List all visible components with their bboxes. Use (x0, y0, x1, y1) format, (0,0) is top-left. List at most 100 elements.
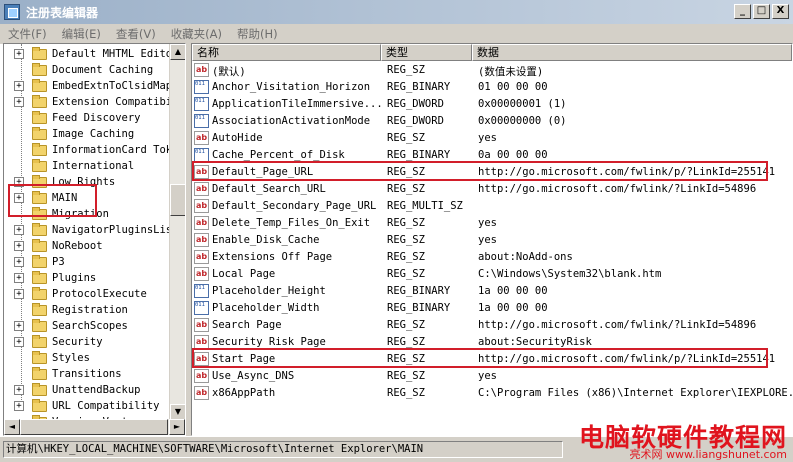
expand-toggle-icon[interactable]: + (14, 321, 24, 331)
tree-item[interactable]: Registration (4, 302, 169, 318)
value-row[interactable]: ab Default_Secondary_Page_URL REG_MULTI_SZ (192, 198, 792, 215)
scroll-right-button[interactable]: ► (169, 419, 185, 435)
string-value-icon: ab (194, 233, 209, 247)
hscroll-thumb[interactable] (20, 419, 168, 435)
scroll-left-button[interactable]: ◄ (4, 419, 20, 435)
menu-file[interactable]: 文件(F) (0, 26, 54, 42)
tree-item[interactable]: + P3 (4, 254, 169, 270)
value-row[interactable]: ab Local Page REG_SZ C:\Windows\System32\bl… (192, 266, 792, 283)
value-name: Placeholder_Height (212, 285, 326, 297)
menu-view[interactable]: 查看(V) (108, 26, 163, 42)
folder-icon (32, 303, 47, 316)
expand-toggle-icon[interactable]: + (14, 81, 24, 91)
value-row[interactable]: ab Extensions Off Page REG_SZ about:NoAdd-o… (192, 249, 792, 266)
tree-item[interactable]: + NavigatorPluginsList (4, 222, 178, 238)
value-row[interactable]: 011 110Anchor_Visitation_Horizon REG_BINA… (192, 79, 792, 96)
value-row[interactable]: ab Default_Search_URL REG_SZ http://go.micr… (192, 181, 792, 198)
value-name: Placeholder_Width (212, 302, 320, 314)
expand-toggle-icon[interactable]: + (14, 257, 24, 267)
column-header-name[interactable]: 名称 (192, 44, 381, 61)
folder-icon (32, 127, 47, 140)
expand-toggle-icon[interactable]: + (14, 241, 24, 251)
menu-favorites[interactable]: 收藏夹(A) (163, 26, 229, 42)
expand-toggle-icon[interactable]: + (14, 225, 24, 235)
tree-horizontal-scrollbar[interactable]: ◄ ► (4, 419, 185, 435)
value-row[interactable]: ab Delete_Temp_Files_On_Exit REG_SZ yes (192, 215, 792, 232)
scroll-up-button[interactable]: ▲ (170, 44, 185, 60)
value-data: yes (478, 217, 497, 229)
tree-item[interactable]: + ProtocolExecute (4, 286, 169, 302)
expand-toggle-icon[interactable]: + (14, 49, 24, 59)
tree-item-label: Plugins (52, 272, 97, 284)
value-type: REG_SZ (387, 370, 425, 382)
folder-icon (32, 223, 47, 236)
value-name: AutoHide (212, 132, 263, 144)
tree-item[interactable]: Transitions (4, 366, 169, 382)
maximize-button[interactable]: □ (753, 4, 770, 19)
column-header-data[interactable]: 数据 (472, 44, 792, 61)
minimize-button[interactable]: _ (734, 4, 751, 19)
tree-item[interactable]: + NoReboot (4, 238, 169, 254)
tree-item[interactable]: International (4, 158, 169, 174)
expand-toggle-icon[interactable]: + (14, 401, 24, 411)
value-row[interactable]: 011 110Placeholder_Height REG_BINARY 1a 00… (192, 283, 792, 300)
binary-value-icon: 011 110 (194, 114, 209, 128)
tree-item[interactable]: + Security (4, 334, 169, 350)
value-type: REG_MULTI_SZ (387, 200, 463, 212)
folder-icon (32, 255, 47, 268)
tree-item[interactable]: + EmbedExtnToClsidMappings (4, 78, 185, 94)
tree-item-label: NavigatorPluginsList (52, 224, 179, 236)
tree-item[interactable]: + Plugins (4, 270, 169, 286)
expand-toggle-icon[interactable]: + (14, 289, 24, 299)
expand-toggle-icon[interactable]: + (14, 385, 24, 395)
scroll-thumb[interactable] (170, 184, 185, 216)
expand-toggle-icon[interactable]: + (14, 273, 24, 283)
value-data: (数值未设置) (478, 66, 544, 78)
folder-icon (32, 95, 47, 108)
tree-item[interactable]: + Default MHTML Editor (4, 46, 178, 62)
value-row[interactable]: ab AutoHide REG_SZ yes (192, 130, 792, 147)
expand-toggle-icon[interactable]: + (14, 97, 24, 107)
scroll-down-button[interactable]: ▼ (170, 404, 185, 420)
value-row[interactable]: ab Search Page REG_SZ http://go.microsoft.c… (192, 317, 792, 334)
value-name: Cache_Percent_of_Disk (212, 149, 345, 161)
value-row[interactable]: ab Use_Async_DNS REG_SZ yes (192, 368, 792, 385)
value-row[interactable]: ab Enable_Disk_Cache REG_SZ yes (192, 232, 792, 249)
tree-item-label: ProtocolExecute (52, 288, 147, 300)
tree-item[interactable]: Image Caching (4, 126, 169, 142)
tree-vertical-scrollbar[interactable]: ▲ ▼ (169, 44, 185, 420)
tree-item[interactable]: Document Caching (4, 62, 169, 78)
value-data: yes (478, 370, 497, 382)
value-row[interactable]: ab x86AppPath REG_SZ C:\Program Files (x86)… (192, 385, 792, 402)
value-type: REG_SZ (387, 234, 425, 246)
tree-item[interactable]: + UnattendBackup (4, 382, 169, 398)
menu-edit[interactable]: 编辑(E) (54, 26, 108, 42)
column-header-type[interactable]: 类型 (381, 44, 472, 61)
value-row[interactable]: 011 110ApplicationTileImmersive... REG_DW… (192, 96, 792, 113)
expand-toggle-icon[interactable]: + (14, 337, 24, 347)
tree-item-label: SearchScopes (52, 320, 128, 332)
menu-help[interactable]: 帮助(H) (229, 26, 285, 42)
value-row[interactable]: 011 110AssociationActivationMode REG_DWOR… (192, 113, 792, 130)
value-row[interactable]: ab (默认) REG_SZ (数值未设置) (192, 62, 792, 79)
tree-item[interactable]: + SearchScopes (4, 318, 169, 334)
registry-tree[interactable]: + Default MHTML Editor Document Caching + Em… (3, 43, 186, 436)
value-row[interactable]: 011 110Placeholder_Width REG_BINARY 1a 00 … (192, 300, 792, 317)
tree-item-label: NoReboot (52, 240, 103, 252)
tree-item[interactable]: Feed Discovery (4, 110, 169, 126)
registry-values-list[interactable]: 名称 类型 数据 ab(默认)REG_SZ(数值未设置)011 110Ancho… (191, 43, 793, 436)
tree-item[interactable]: + URL Compatibility (4, 398, 169, 414)
string-value-icon: ab (194, 335, 209, 349)
close-button[interactable]: X (772, 4, 789, 19)
value-data: yes (478, 132, 497, 144)
status-path: 计算机\HKEY_LOCAL_MACHINE\SOFTWARE\Microsof… (3, 441, 563, 458)
string-value-icon: ab (194, 199, 209, 213)
value-name: Default_Search_URL (212, 183, 326, 195)
tree-item[interactable]: + Extension Compatibility (4, 94, 185, 110)
string-value-icon: ab (194, 250, 209, 264)
value-data: 01 00 00 00 (478, 81, 548, 93)
tree-item[interactable]: Styles (4, 350, 169, 366)
tree-item[interactable]: InformationCard Token (4, 142, 185, 158)
window-controls: _ □ X (734, 4, 789, 19)
binary-value-icon: 011 110 (194, 97, 209, 111)
